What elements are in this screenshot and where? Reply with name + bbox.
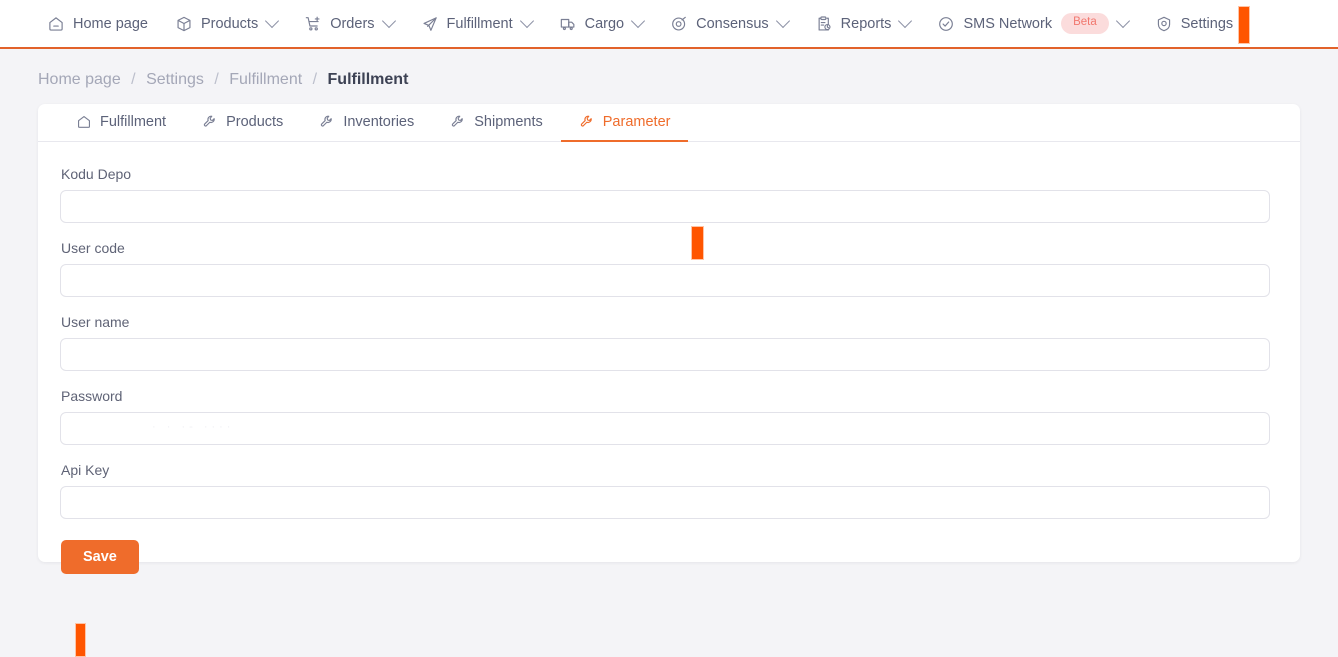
nav-item-sms-network[interactable]: SMS Network Beta <box>928 0 1136 47</box>
nav-item-label: Products <box>200 15 259 32</box>
tab-parameter[interactable]: Parameter <box>560 104 689 142</box>
nav-item-label: Cargo <box>584 15 625 32</box>
tab-label: Parameter <box>602 114 671 130</box>
nav-item-home-page[interactable]: Home page <box>38 0 157 47</box>
highlight-marker-settings <box>1238 6 1250 44</box>
field-label: User code <box>61 240 125 256</box>
clipboard-clock-icon <box>815 15 833 33</box>
breadcrumb: Home page / Settings / Fulfillment / Ful… <box>0 49 1338 149</box>
nav-item-consensus[interactable]: Consensus <box>661 0 797 47</box>
breadcrumb-item-fulfillment[interactable]: Fulfillment <box>229 71 302 88</box>
breadcrumb-item-settings[interactable]: Settings <box>146 71 204 88</box>
chevron-down-icon <box>1115 13 1130 28</box>
highlight-marker-save <box>75 623 86 657</box>
nav-item-reports[interactable]: Reports <box>806 0 920 47</box>
chevron-down-icon <box>381 13 396 28</box>
breadcrumb-separator: / <box>214 71 219 88</box>
field-user-name: User name <box>60 314 1270 371</box>
nav-item-label: Home page <box>73 15 148 32</box>
field-label: Api Key <box>61 462 110 478</box>
field-api-key: Api Key <box>60 462 1270 519</box>
nav-item-settings[interactable]: Settings <box>1146 0 1242 47</box>
tab-products[interactable]: Products <box>184 104 301 142</box>
nav-item-label: Consensus <box>696 15 769 32</box>
api-key-input[interactable] <box>60 486 1270 519</box>
field-user-code: User code <box>60 240 1270 297</box>
field-password: Password · · ·- ···· <box>60 388 1270 445</box>
check-circle-icon <box>937 15 955 33</box>
box-icon <box>175 15 193 33</box>
nav-item-cargo[interactable]: Cargo <box>550 0 653 47</box>
highlight-marker-tab <box>691 226 704 260</box>
breadcrumb-separator: / <box>131 71 136 88</box>
nav-item-label: Orders <box>330 15 375 32</box>
truck-icon <box>559 15 577 33</box>
parameter-form: Kodu Depo User code User name Password ·… <box>38 142 1300 574</box>
password-input[interactable] <box>60 412 1270 445</box>
breadcrumb-item-current: Fulfillment <box>327 71 409 88</box>
field-label: Kodu Depo <box>61 166 132 182</box>
wrench-icon <box>579 114 595 130</box>
tab-label: Products <box>226 114 284 130</box>
tab-fulfillment[interactable]: Fulfillment <box>58 104 184 142</box>
gear-shield-icon <box>1155 15 1173 33</box>
tab-label: Inventories <box>343 114 415 130</box>
field-kodu-depo: Kodu Depo <box>60 166 1270 223</box>
field-label: User name <box>61 314 130 330</box>
cart-plus-icon <box>304 15 322 33</box>
target-icon <box>670 15 688 33</box>
tab-shipments[interactable]: Shipments <box>432 104 561 142</box>
tab-label: Fulfillment <box>100 114 167 130</box>
nav-item-label: SMS Network <box>963 15 1053 32</box>
send-icon <box>421 15 439 33</box>
nav-item-label: Fulfillment <box>446 15 513 32</box>
home-icon <box>76 114 92 130</box>
wrench-icon <box>202 114 218 130</box>
nav-item-orders[interactable]: Orders <box>295 0 402 47</box>
tab-bar: Fulfillment Products Inventories Shipmen… <box>38 104 1300 142</box>
tab-inventories[interactable]: Inventories <box>301 104 432 142</box>
chevron-down-icon <box>898 13 913 28</box>
chevron-down-icon <box>519 13 534 28</box>
user-code-input[interactable] <box>60 264 1270 297</box>
chevron-down-icon <box>631 13 646 28</box>
kodu-depo-input[interactable] <box>60 190 1270 223</box>
save-button[interactable]: Save <box>61 540 139 574</box>
user-name-input[interactable] <box>60 338 1270 371</box>
home-icon <box>47 15 65 33</box>
field-label: Password <box>61 388 123 404</box>
top-navigation-bar: Home page Products Orders Fulfillment Ca… <box>0 0 1338 49</box>
beta-badge: Beta <box>1061 13 1109 34</box>
breadcrumb-item-home-page[interactable]: Home page <box>38 71 121 88</box>
settings-card: Fulfillment Products Inventories Shipmen… <box>38 104 1300 657</box>
tab-label: Shipments <box>474 114 543 130</box>
wrench-icon <box>319 114 335 130</box>
chevron-down-icon <box>265 13 280 28</box>
chevron-down-icon <box>775 13 790 28</box>
wrench-icon <box>450 114 466 130</box>
nav-item-label: Reports <box>840 15 892 32</box>
form-actions: Save <box>60 536 1270 574</box>
nav-item-label: Settings <box>1180 15 1234 32</box>
nav-item-products[interactable]: Products <box>166 0 286 47</box>
nav-item-fulfillment[interactable]: Fulfillment <box>412 0 541 47</box>
breadcrumb-separator: / <box>312 71 318 88</box>
